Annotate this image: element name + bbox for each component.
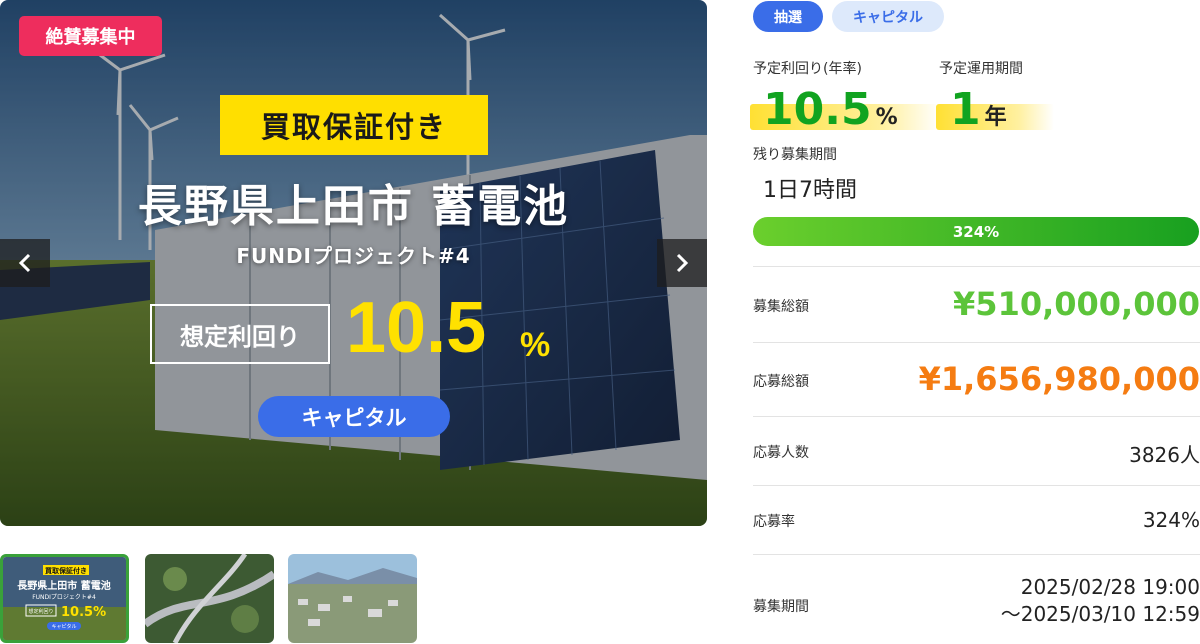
row-applied-amount: 応募総額 ¥1,656,980,000 <box>753 342 1200 416</box>
tag-lottery[interactable]: 抽選 <box>753 1 823 32</box>
thumbnail-2[interactable] <box>145 554 274 643</box>
recruit-period-value: 2025/02/28 19:00 ～2025/03/10 12:59 <box>1001 574 1200 628</box>
carousel-next-button[interactable] <box>657 239 707 287</box>
tag-list: 抽選 キャピタル <box>753 1 944 32</box>
expected-yield-value: 10.5 <box>763 84 872 135</box>
hero-title: 長野県上田市 蓄電池 <box>137 181 570 232</box>
thumbnail-1-pill: キャピタル <box>51 623 76 630</box>
buyback-badge: 買取保証付き <box>220 95 488 155</box>
progress-bar: 324% <box>753 217 1199 246</box>
hero-category-pill: キャピタル <box>258 396 450 437</box>
remaining-period-value: 1日7時間 <box>763 178 857 203</box>
thumbnail-1-badge: 買取保証付き <box>44 566 87 575</box>
chevron-right-icon <box>676 253 689 273</box>
thumbnail-3-image <box>288 554 417 643</box>
application-rate-value: 324% <box>1142 508 1200 532</box>
target-amount-value: ¥510,000,000 <box>953 285 1200 323</box>
expected-yield-label: 予定利回り(年率) <box>753 61 862 77</box>
hero-carousel: 絶賛募集中 買取保証付き 長野県上田市 蓄電池 FUNDIプロジェクト#4 想定… <box>0 0 707 526</box>
chevron-left-icon <box>18 253 31 273</box>
hero-yield-label: 想定利回り <box>150 304 330 364</box>
progress-text: 324% <box>952 222 1000 241</box>
recruit-period-label: 募集期間 <box>753 599 809 615</box>
recruit-period-start: 2025/02/28 19:00 <box>1020 575 1200 599</box>
tag-capital[interactable]: キャピタル <box>832 1 944 32</box>
thumbnail-3[interactable] <box>288 554 417 643</box>
thumbnail-1-yield: 10.5% <box>61 605 106 620</box>
applied-amount-label: 応募総額 <box>753 374 809 390</box>
row-target-amount: 募集総額 ¥510,000,000 <box>753 266 1200 342</box>
row-application-rate: 応募率 324% <box>753 485 1200 554</box>
applied-amount-value: ¥1,656,980,000 <box>918 360 1200 398</box>
operation-period-unit: 年 <box>984 105 1007 130</box>
thumbnail-1-title: 長野県上田市 蓄電池 <box>17 579 110 592</box>
expected-yield: 10.5% <box>763 88 898 132</box>
carousel-prev-button[interactable] <box>0 239 50 287</box>
row-recruit-period: 募集期間 2025/02/28 19:00 ～2025/03/10 12:59 <box>753 554 1200 644</box>
hero-yield-value: 10.5 <box>346 288 487 368</box>
row-applicants: 応募人数 3826人 <box>753 416 1200 485</box>
operation-period: 1年 <box>950 88 1007 132</box>
expected-yield-unit: % <box>875 105 898 130</box>
hero-yield-unit: % <box>520 326 551 364</box>
thumbnail-1-image: 買取保証付き 長野県上田市 蓄電池 FUNDIプロジェクト#4 想定利回り 10… <box>3 557 126 640</box>
hero-subtitle: FUNDIプロジェクト#4 <box>236 244 471 268</box>
status-badge: 絶賛募集中 <box>19 16 162 56</box>
thumbnail-2-image <box>145 554 274 643</box>
applicants-value: 3826人 <box>1129 443 1200 467</box>
thumbnail-1[interactable]: 買取保証付き 長野県上田市 蓄電池 FUNDIプロジェクト#4 想定利回り 10… <box>0 554 129 643</box>
application-rate-label: 応募率 <box>753 514 795 530</box>
operation-period-label: 予定運用期間 <box>939 61 1023 77</box>
target-amount-label: 募集総額 <box>753 299 809 315</box>
operation-period-value: 1 <box>950 84 981 135</box>
remaining-period-label: 残り募集期間 <box>753 147 837 163</box>
applicants-label: 応募人数 <box>753 445 809 461</box>
thumbnail-1-yield-label: 想定利回り <box>28 608 53 615</box>
thumbnail-1-subtitle: FUNDIプロジェクト#4 <box>32 594 96 601</box>
recruit-period-end: ～2025/03/10 12:59 <box>1000 602 1200 626</box>
